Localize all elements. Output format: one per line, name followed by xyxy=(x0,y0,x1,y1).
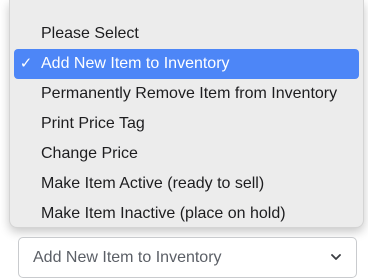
page: Please Select ✓ Add New Item to Inventor… xyxy=(0,0,368,278)
dropdown-menu: Please Select ✓ Add New Item to Inventor… xyxy=(9,0,364,228)
option-label: Make Item Inactive (place on hold) xyxy=(41,205,286,222)
dropdown-option-change-price[interactable]: Change Price xyxy=(14,139,359,169)
option-label: Add New Item to Inventory xyxy=(41,55,230,72)
option-label: Change Price xyxy=(41,145,138,162)
dropdown-option-please-select[interactable]: Please Select xyxy=(14,19,359,49)
dropdown-option-print-price-tag[interactable]: Print Price Tag xyxy=(14,109,359,139)
action-select[interactable]: Add New Item to Inventory xyxy=(18,237,357,278)
option-label: Please Select xyxy=(41,25,139,42)
option-label: Print Price Tag xyxy=(41,115,145,132)
checkmark-icon: ✓ xyxy=(19,55,33,72)
dropdown-option-add-new-item[interactable]: ✓ Add New Item to Inventory xyxy=(14,49,359,79)
option-label: Permanently Remove Item from Inventory xyxy=(41,85,338,102)
select-value: Add New Item to Inventory xyxy=(33,249,222,266)
dropdown-option-permanently-remove-item[interactable]: Permanently Remove Item from Inventory xyxy=(14,79,359,109)
dropdown-option-make-item-inactive[interactable]: Make Item Inactive (place on hold) xyxy=(14,199,359,229)
option-label: Make Item Active (ready to sell) xyxy=(41,175,265,192)
dropdown-option-make-item-active[interactable]: Make Item Active (ready to sell) xyxy=(14,169,359,199)
chevron-down-icon xyxy=(331,254,341,260)
